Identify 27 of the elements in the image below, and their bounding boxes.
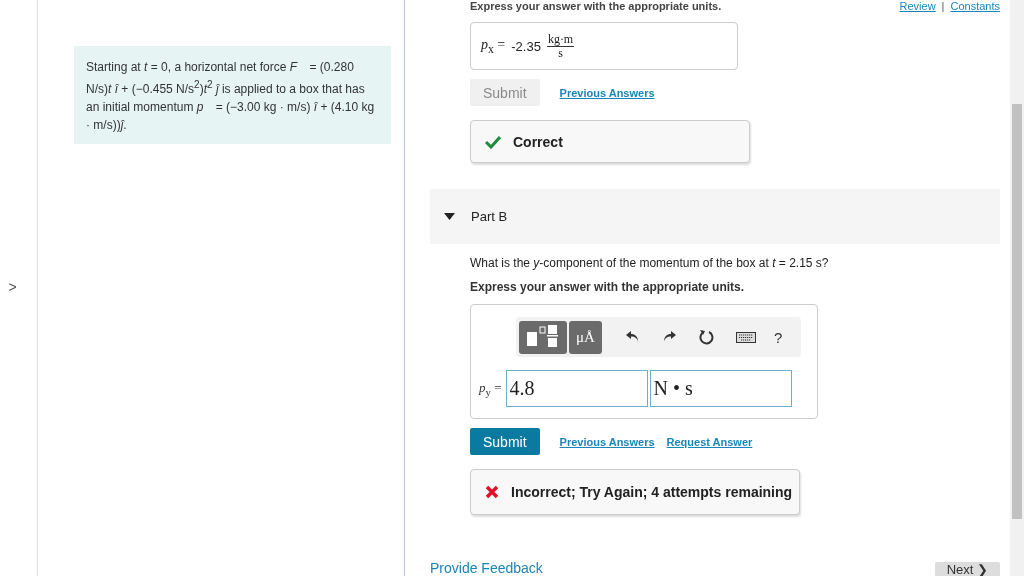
request-answer-link[interactable]: Request Answer	[666, 435, 753, 448]
reset-icon[interactable]	[698, 329, 714, 345]
feedback-text: Correct	[513, 133, 563, 150]
header-link[interactable]: Constants	[950, 0, 1000, 12]
previous-answers-link[interactable]: Previous Answers	[559, 435, 655, 448]
previous-answers-link[interactable]: Previous Answers	[559, 86, 655, 99]
feedback-text: Incorrect; Try Again; 4 attempts remaining	[511, 484, 793, 500]
instruction-text: Express your answer with the appropriate units.	[470, 0, 722, 12]
sidebar-toggle[interactable]: >	[8, 279, 17, 295]
undo-icon[interactable]	[626, 331, 640, 343]
keyboard-icon[interactable]	[736, 331, 756, 343]
help-button[interactable]: ?	[774, 328, 783, 346]
part-title: Part B	[471, 209, 508, 224]
problem-statement: Starting at t = 0, a horizontal net force F⃗ = (0.280 N/s)t î + (−0.455 N/s$^{2}$)t$^{2}$ ĵ is applied to a box that has an initial momentum p⃗ = (−3.00 kg · m/s) î + (4.10 kg · m/s))ĵ.	[74, 46, 391, 144]
instruction-text: Express your answer with the appropriate units.	[470, 280, 746, 294]
variable-label: p$_{y}$ =	[479, 379, 502, 398]
separator: |	[941, 0, 945, 12]
provide-feedback-link[interactable]: Provide Feedback	[430, 560, 543, 576]
units-button[interactable]: μÅ	[569, 320, 602, 354]
redo-icon[interactable]	[662, 331, 676, 343]
question-text: What is the y-component of the momentum of the box at t = 2.15 s?	[470, 256, 830, 270]
units-field[interactable]: N • s	[649, 370, 792, 407]
submit-button[interactable]: Submit	[470, 428, 540, 455]
value-field[interactable]: 4.8	[505, 370, 648, 407]
templates-button[interactable]	[519, 320, 567, 354]
part-header[interactable]: Part B	[430, 189, 1000, 244]
header-link[interactable]: Review	[899, 0, 936, 12]
